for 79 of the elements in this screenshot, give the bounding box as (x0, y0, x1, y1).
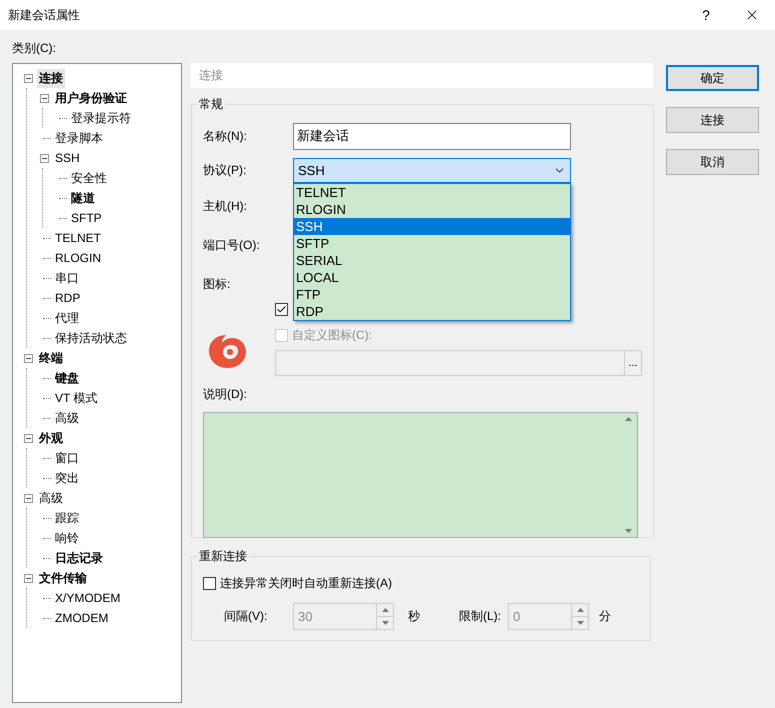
up-arrow-icon (382, 608, 388, 612)
dialog-button[interactable]: 取消 (666, 149, 759, 175)
tree-item[interactable]: X/YMODEM (53, 590, 122, 606)
dropdown-value: SSH (298, 162, 325, 178)
dropdown-option[interactable]: SFTP (294, 234, 570, 252)
category-label: 类别(C): (12, 40, 57, 57)
section-header: 连接 (191, 63, 653, 88)
collapse-icon[interactable] (24, 434, 33, 442)
tree-item[interactable]: 代理 (53, 308, 81, 328)
unit-label: 秒 (407, 608, 421, 624)
tree-item[interactable]: 串口 (53, 268, 81, 288)
tree-item[interactable]: 用户身份验证 (53, 88, 129, 108)
dropdown-option[interactable]: RDP (294, 302, 570, 320)
tree-item[interactable]: 响铃 (53, 528, 81, 548)
tree-item[interactable]: 跟踪 (53, 508, 81, 528)
collapse-icon[interactable] (40, 154, 49, 162)
tree-item[interactable]: 高级 (53, 408, 81, 428)
up-arrow-icon (625, 417, 632, 421)
tree-item[interactable]: 连接 (37, 68, 65, 88)
tree-item[interactable]: 保持活动状态 (53, 328, 129, 348)
collapse-icon[interactable] (24, 494, 33, 502)
group-title: 常规 (198, 96, 224, 113)
tree-item[interactable]: SFTP (69, 210, 104, 226)
checkbox[interactable] (275, 303, 288, 316)
up-arrow-icon (576, 608, 584, 612)
window-title: 新建会话属性 (8, 6, 81, 24)
tree-item[interactable]: 登录脚本 (53, 128, 105, 148)
field-label: 主机(H): (203, 198, 248, 215)
tree-item[interactable]: SSH (53, 150, 82, 166)
tree-item[interactable]: 突出 (53, 468, 81, 488)
tree-item[interactable]: 外观 (37, 428, 65, 448)
dropdown-option[interactable]: LOCAL (294, 268, 570, 286)
unit-label: 分 (598, 608, 611, 624)
field-label: 协议(P): (203, 162, 248, 178)
field-label: 限制(L): (459, 608, 502, 624)
spin-value: 30 (298, 608, 312, 624)
tree-item[interactable]: RLOGIN (53, 250, 104, 266)
dropdown-option[interactable]: TELNET (294, 184, 570, 200)
down-arrow-icon (576, 620, 584, 624)
tree-item[interactable]: VT 模式 (53, 388, 100, 408)
tree-item[interactable]: 窗口 (53, 448, 81, 468)
field-label: 图标: (203, 276, 232, 292)
collapse-icon[interactable] (40, 94, 49, 102)
collapse-icon[interactable] (24, 574, 33, 582)
help-button[interactable]: ? (683, 0, 729, 30)
checkbox-label: 自定义图标(C): (292, 327, 372, 344)
check-icon (276, 304, 287, 315)
dropdown-option[interactable]: SSH (294, 218, 570, 234)
down-arrow-icon (382, 620, 388, 624)
checkbox[interactable] (203, 577, 216, 590)
dropdown-option[interactable]: FTP (294, 286, 570, 302)
tree-item[interactable]: 终端 (37, 348, 65, 368)
tree-item[interactable]: 安全性 (69, 168, 109, 188)
tree-item[interactable]: 隧道 (69, 188, 97, 208)
field-label: 间隔(V): (223, 608, 268, 624)
name-field[interactable]: 新建会话 (293, 122, 571, 150)
tree-item[interactable]: 登录提示符 (69, 108, 133, 128)
dropdown-option[interactable]: RLOGIN (294, 200, 570, 218)
tree-item[interactable]: 键盘 (53, 368, 81, 388)
field-label: 端口号(O): (203, 237, 261, 254)
spin-value: 0 (513, 608, 520, 624)
tree-item[interactable]: TELNET (53, 230, 104, 246)
icon-path-field[interactable]: ... (275, 350, 642, 376)
down-arrow-icon (625, 529, 632, 533)
tree-item[interactable]: ZMODEM (53, 610, 110, 626)
tree-item[interactable]: 日志记录 (53, 548, 105, 568)
tree-item[interactable]: RDP (53, 290, 82, 306)
tree-item[interactable]: 文件传输 (37, 568, 89, 588)
checkbox-label: 连接异常关闭时自动重新连接(A) (220, 575, 392, 592)
tree-item[interactable]: 高级 (37, 488, 65, 508)
field-label: 说明(D): (203, 386, 248, 402)
field-label: 名称(N): (203, 128, 248, 144)
dialog-button[interactable]: 连接 (666, 107, 759, 133)
dialog-button[interactable]: 确定 (666, 65, 759, 91)
collapse-icon[interactable] (24, 354, 33, 362)
dropdown-option[interactable]: SERIAL (294, 252, 570, 268)
description-field[interactable] (203, 412, 638, 538)
group-title: 重新连接 (198, 548, 248, 565)
collapse-icon[interactable] (24, 74, 33, 82)
